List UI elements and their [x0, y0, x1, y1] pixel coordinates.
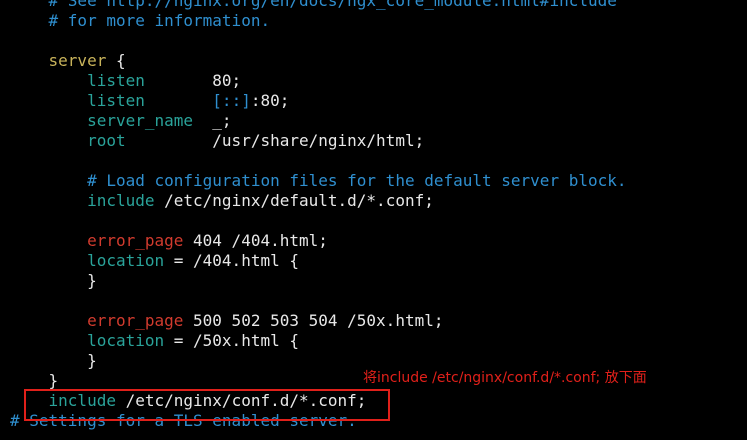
code-line: # Load configuration files for the defau… — [10, 171, 627, 191]
code-line: # for more information. — [10, 11, 627, 31]
code-token: error_page — [87, 311, 184, 330]
code-token: include — [87, 191, 155, 210]
code-token: /etc/nginx/default.d/*.conf; — [154, 191, 434, 210]
code-token: location — [87, 251, 165, 270]
code-line: # See http://nginx.org/en/docs/ngx_core_… — [10, 0, 627, 11]
code-line: listen 80; — [10, 71, 627, 91]
code-line: error_page 500 502 503 504 /50x.html; — [10, 311, 627, 331]
code-token: } — [10, 351, 97, 370]
code-token: error_page — [87, 231, 184, 250]
code-token: # See http://nginx.org/en/docs/ngx_core_… — [48, 0, 617, 10]
code-line: server_name _; — [10, 111, 627, 131]
code-token: = /50x.html { — [164, 331, 299, 350]
code-token: } — [10, 271, 97, 290]
code-line: } — [10, 271, 627, 291]
code-line: error_page 404 /404.html; — [10, 231, 627, 251]
code-line: listen [::]:80; — [10, 91, 627, 111]
code-token: = /404.html { — [164, 251, 299, 270]
code-line: server { — [10, 51, 627, 71]
code-token: 80; — [144, 71, 242, 90]
code-token: :80; — [250, 91, 290, 110]
code-line: location = /50x.html { — [10, 331, 627, 351]
terminal-window[interactable]: # See http://nginx.org/en/docs/ngx_core_… — [0, 0, 747, 440]
code-token: [::] — [212, 91, 251, 110]
code-token: root — [87, 131, 126, 150]
annotation-note: 将include /etc/nginx/conf.d/*.conf; 放下面 — [363, 370, 647, 386]
code-line: include /etc/nginx/default.d/*.conf; — [10, 191, 627, 211]
code-token: 500 502 503 504 /50x.html; — [183, 311, 444, 330]
code-token: location — [87, 331, 165, 350]
code-token: { — [106, 51, 126, 70]
code-token: _; — [193, 111, 232, 130]
code-token: server — [48, 51, 107, 70]
code-token: listen — [87, 71, 145, 90]
code-line: root /usr/share/nginx/html; — [10, 131, 627, 151]
code-token: # for more information. — [48, 11, 271, 30]
code-token: server_name — [87, 111, 194, 130]
code-token: } — [10, 371, 59, 390]
code-token: listen — [87, 91, 145, 110]
highlight-box — [24, 389, 390, 421]
code-token: /usr/share/nginx/html; — [125, 131, 425, 150]
code-line: location = /404.html { — [10, 251, 627, 271]
code-token: 404 /404.html; — [183, 231, 328, 250]
code-token: # Load configuration files for the defau… — [87, 171, 627, 190]
